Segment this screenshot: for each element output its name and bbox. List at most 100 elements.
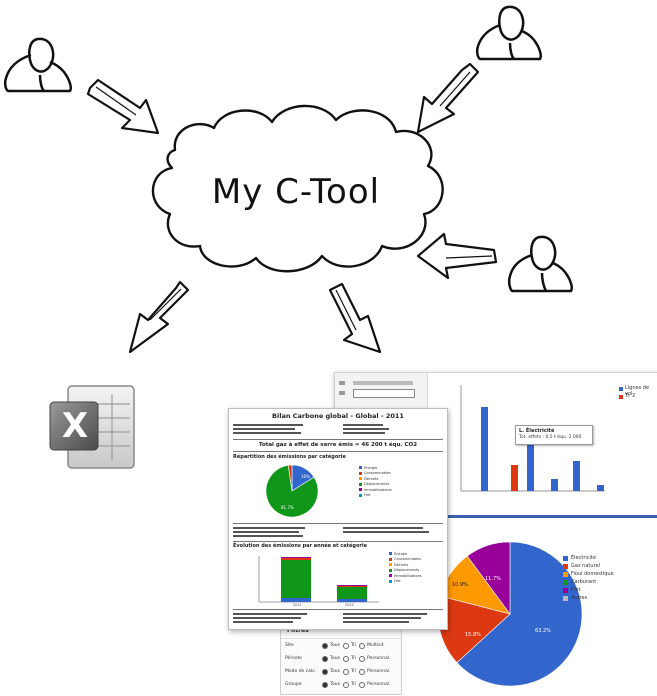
- legend-label: Consommables: [364, 471, 391, 476]
- report-bar-segment: [281, 557, 311, 558]
- pie-legend-item: Fret: [563, 586, 614, 594]
- filter-label: Période: [285, 656, 302, 661]
- legend-item: Immobilisations: [389, 573, 422, 579]
- filters-panel: Filtres Site Tous Tri Multisit Période Tous Tr…: [280, 622, 402, 695]
- report-title: Bilan Carbone global - Global - 2011: [272, 412, 404, 420]
- legend-label: Gaz naturel: [571, 563, 600, 569]
- legend-swatch: [359, 471, 362, 475]
- legend-label: Immobilisations: [394, 573, 422, 578]
- filter-row: Site Tous Tri Multisit: [281, 639, 401, 652]
- legend-item: Déplacements: [359, 482, 392, 488]
- pie-legend-item: Autres: [563, 594, 614, 602]
- filter-radio[interactable]: [342, 642, 349, 649]
- legend-label: Consommables: [394, 557, 421, 562]
- filter-option-label: Tri: [350, 669, 357, 674]
- tooltip-value: Tot. effets : 0.5 t équ. 2 000: [519, 435, 582, 440]
- filter-row: Période Tous Tri Personnal.: [281, 652, 401, 665]
- arrow-user2-to-cloud: [416, 62, 480, 134]
- report-bar-segment: [281, 558, 311, 560]
- user-icon-top-left: [3, 37, 72, 93]
- report-bar-section: Évolution des émissions par année et cat…: [233, 543, 368, 549]
- legend-swatch: [563, 563, 568, 569]
- report-pie-legend: Énergie Consommables Déchets Déplacements Im…: [359, 465, 392, 498]
- filter-label: Groupe: [285, 682, 302, 687]
- legend-swatch: [389, 557, 392, 561]
- report-bar-segment: [337, 599, 367, 602]
- filter-radio[interactable]: [322, 642, 328, 649]
- filter-radio[interactable]: [322, 681, 328, 688]
- arrow-user3-to-cloud: [416, 232, 498, 280]
- report-total: Total gaz à effet de serre émis = 46 200…: [258, 442, 418, 448]
- legend-swatch: [389, 552, 392, 556]
- report-bar-year-2: 2012: [345, 603, 354, 607]
- bar-mark: [481, 407, 488, 491]
- pie-label-4: 15.8%: [465, 632, 481, 638]
- user-icon-right: [507, 235, 573, 293]
- legend-swatch: [359, 482, 362, 486]
- pie-legend: Électricité Gaz naturel Fioul domestique Ca…: [563, 554, 614, 602]
- report-pie-label-small: 16%: [301, 474, 310, 479]
- legend-swatch: [389, 568, 392, 572]
- legend-item: Fret: [359, 493, 392, 499]
- filter-radio[interactable]: [342, 655, 349, 662]
- legend-label: Fioul domestique: [571, 571, 614, 577]
- bar-mark: [527, 443, 534, 491]
- legend-label: Fret: [571, 587, 581, 593]
- arrow-cloud-to-excel: [128, 280, 190, 354]
- bar-legend-2: Tr. 2: [625, 393, 636, 399]
- legend-swatch: [359, 488, 362, 492]
- report-bar-segment: [281, 598, 311, 602]
- legend-label: Autres: [571, 595, 588, 601]
- legend-label: Fret: [394, 579, 401, 584]
- legend-swatch: [389, 563, 392, 567]
- divider: [233, 541, 443, 542]
- report-bar-segment: [337, 585, 367, 586]
- legend-swatch: [359, 477, 362, 481]
- pie-label-1: 10.9%: [452, 582, 468, 588]
- filter-radio[interactable]: [322, 668, 328, 675]
- filter-option-label: Tri: [350, 682, 357, 687]
- legend-label: Déplacements: [394, 568, 420, 573]
- legend-item: Fret: [389, 579, 422, 585]
- filter-row: Mode de calc. Tous Tri Personnal.: [281, 665, 401, 678]
- arrow-user1-to-cloud: [86, 78, 160, 135]
- filter-radio[interactable]: [359, 655, 366, 662]
- filter-radio[interactable]: [342, 681, 349, 688]
- report-bar-segment: [281, 560, 311, 598]
- legend-label: Déchets: [394, 562, 409, 567]
- filter-radio[interactable]: [359, 681, 366, 688]
- tooltip-title: L. Électricité: [519, 428, 555, 434]
- legend-swatch: [563, 595, 568, 601]
- filter-radio[interactable]: [322, 655, 328, 662]
- filter-row: Groupe Tous Tri Personnal.: [281, 678, 401, 691]
- pie-legend-item: Fioul domestique: [563, 570, 614, 578]
- legend-label: Fret: [364, 493, 371, 498]
- legend-swatch: [563, 587, 568, 593]
- report-pie-chart: [265, 464, 319, 518]
- filter-option-label: Tri: [350, 643, 357, 648]
- filter-radio[interactable]: [342, 668, 349, 675]
- filter-radio[interactable]: [359, 642, 366, 649]
- filter-option-label: Tous: [330, 643, 340, 648]
- report-document: Bilan Carbone global - Global - 2011 Tot…: [228, 408, 448, 630]
- legend-swatch: [359, 493, 362, 497]
- pie-legend-item: Électricité: [563, 554, 614, 562]
- tooltip: L. Électricité Tot. effets : 0.5 t équ. …: [515, 425, 593, 445]
- filter-label: Mode de calc.: [285, 669, 317, 674]
- filter-option-label: Personnal.: [367, 682, 391, 687]
- legend-swatch: [563, 555, 568, 561]
- legend-item: Immobilisations: [359, 487, 392, 493]
- legend-swatch: [389, 579, 392, 583]
- bar-chart-bars: [481, 407, 604, 491]
- filter-option-label: Multisit: [367, 643, 384, 648]
- report-bar-year-1: 2011: [293, 603, 302, 607]
- legend-label: Déplacements: [364, 482, 390, 487]
- divider: [233, 523, 443, 524]
- excel-icon: X: [48, 380, 138, 474]
- filter-radio[interactable]: [359, 668, 366, 675]
- pie-label-2: 11.7%: [485, 576, 501, 582]
- legend-swatch: [563, 579, 568, 585]
- legend-label: Énergie: [364, 465, 378, 470]
- arrow-cloud-to-reports: [328, 282, 382, 354]
- legend-swatch: [563, 571, 568, 577]
